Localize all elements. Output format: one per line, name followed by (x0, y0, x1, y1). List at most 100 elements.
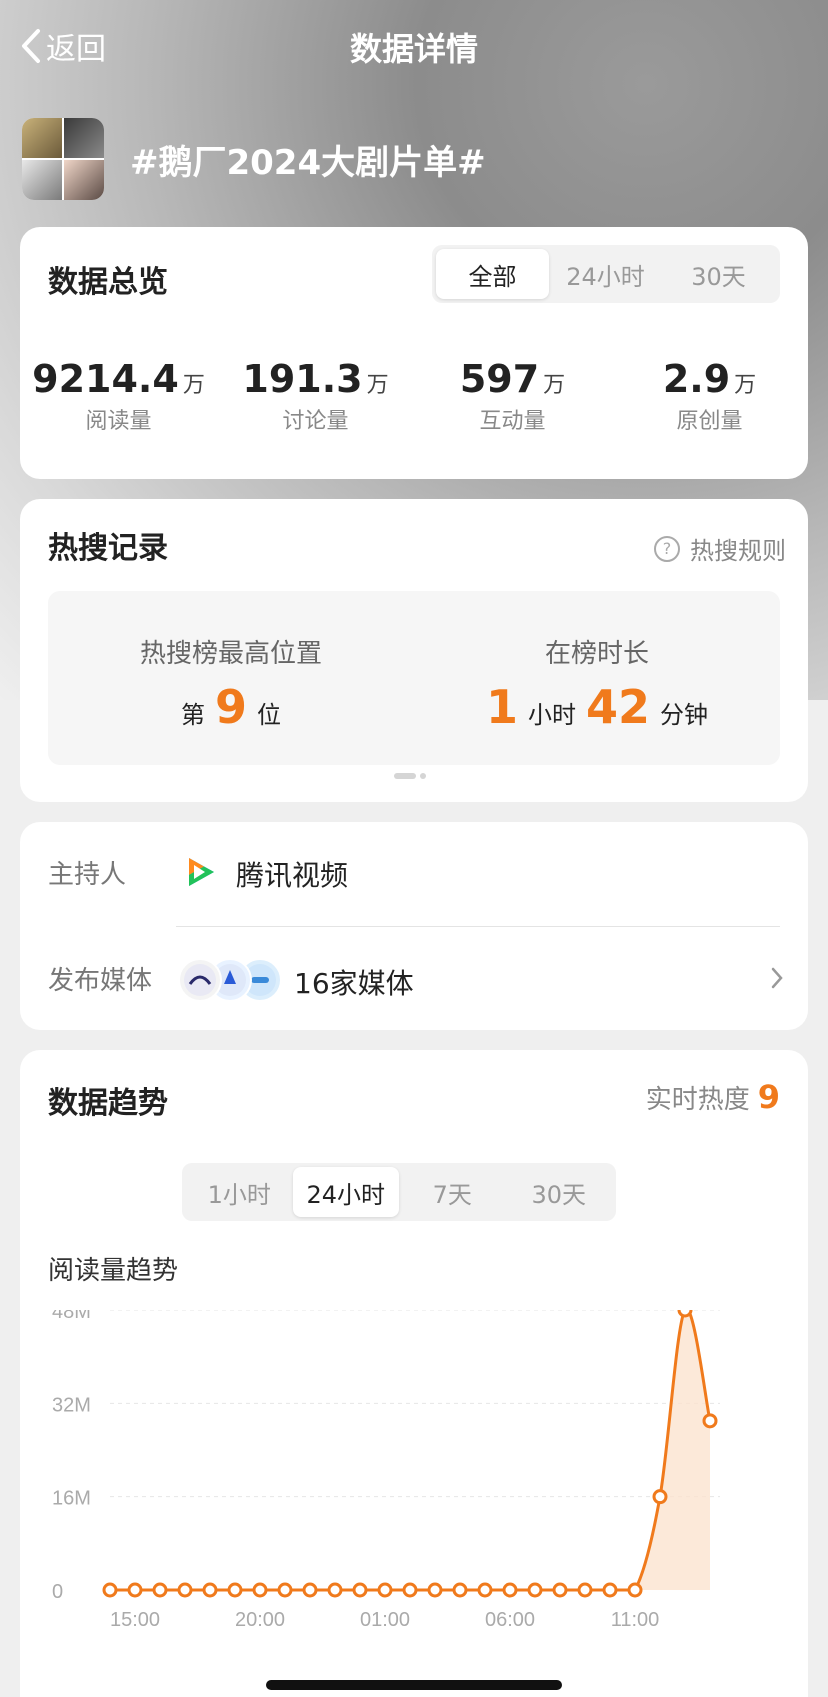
hot-search-stats: 热搜榜最高位置 第 9 位 在榜时长 1 小时 42 分钟 (48, 591, 780, 765)
topic-thumbnail (22, 118, 104, 200)
hot-search-card: 热搜记录 ? 热搜规则 热搜榜最高位置 第 9 位 在榜时长 1 小时 42 分… (20, 499, 808, 802)
hot-rules-link[interactable]: ? 热搜规则 (654, 531, 786, 566)
data-point (277, 1582, 293, 1598)
x-tick-label: 01:00 (360, 1609, 410, 1631)
data-point (302, 1582, 318, 1598)
overview-range-tabs: 全部 24小时 30天 (432, 245, 780, 303)
overview-card: 数据总览 全部 24小时 30天 9214.4 万 阅读量 191.3 万 讨论量 … (20, 227, 808, 479)
tab-30d[interactable]: 30天 (506, 1167, 613, 1217)
overview-title: 数据总览 (48, 265, 168, 300)
tab-24h[interactable]: 24小时 (292, 1167, 399, 1217)
stat-unit: 万 (543, 373, 566, 398)
data-point (102, 1582, 118, 1598)
chart-subtitle: 阅读量趋势 (48, 1256, 179, 1286)
read-trend-chart: 0 16M 32M 48M 15:00 20:00 01:00 06:00 11:00 (52, 1310, 720, 1631)
trend-range-tabs: 1小时 24小时 7天 30天 (182, 1163, 616, 1221)
data-point (627, 1582, 643, 1598)
data-point (427, 1582, 443, 1598)
hot-search-title: 热搜记录 (48, 531, 168, 566)
y-tick-label: 16M (52, 1488, 91, 1510)
data-point (402, 1582, 418, 1598)
data-point (477, 1582, 493, 1598)
data-point (577, 1582, 593, 1598)
data-point (677, 1310, 693, 1318)
area-fill (110, 1310, 710, 1590)
data-point (127, 1582, 143, 1598)
stat-reads: 9214.4 万 阅读量 (20, 357, 217, 435)
media-label: 发布媒体 (48, 966, 153, 996)
duration-minutes-unit: 分钟 (660, 701, 709, 729)
tencent-video-logo (181, 853, 219, 891)
page-indicator (394, 773, 426, 779)
stat-label: 阅读量 (85, 409, 152, 434)
host-name[interactable]: 腾讯视频 (236, 854, 348, 894)
data-point (177, 1582, 193, 1598)
media-avatars (178, 958, 286, 1002)
duration-label: 在榜时长 (544, 639, 649, 669)
stat-value: 191.3 (242, 357, 363, 401)
tab-7d[interactable]: 7天 (399, 1167, 506, 1217)
peak-value: 9 (214, 680, 247, 734)
stat-value: 9214.4 (32, 357, 179, 401)
data-point (152, 1582, 168, 1598)
stat-unit: 万 (734, 373, 757, 398)
y-tick-label: 32M (52, 1394, 91, 1416)
realtime-heat: 实时热度 9 (646, 1078, 780, 1116)
stat-discussions: 191.3 万 讨论量 (217, 357, 414, 435)
stat-value: 2.9 (662, 357, 731, 401)
realtime-label: 实时热度 (645, 1085, 750, 1115)
tab-1h[interactable]: 1小时 (186, 1167, 293, 1217)
stat-unit: 万 (366, 373, 389, 398)
tab-24h[interactable]: 24小时 (549, 249, 662, 299)
avatar (178, 958, 222, 1002)
x-tick-label: 20:00 (235, 1609, 285, 1631)
peak-position: 热搜榜最高位置 第 9 位 (48, 591, 414, 765)
page-title: 数据详情 (349, 30, 478, 68)
stat-label: 互动量 (479, 409, 546, 434)
x-tick-label: 06:00 (485, 1609, 535, 1631)
data-point (702, 1413, 718, 1429)
host-card: 主持人 腾讯视频 发布媒体 16家媒体 (20, 822, 808, 1030)
stat-label: 讨论量 (282, 409, 349, 434)
series-line (110, 1310, 712, 1592)
host-label: 主持人 (48, 860, 127, 890)
chevron-right-icon[interactable] (770, 966, 784, 990)
question-icon: ? (654, 535, 680, 562)
media-count[interactable]: 16家媒体 (294, 962, 414, 1002)
stat-interactions: 597 万 互动量 (414, 357, 611, 435)
home-indicator (266, 1680, 562, 1690)
topic-name: #鹅厂2024大剧片单# (130, 142, 486, 183)
peak-label: 热搜榜最高位置 (139, 639, 322, 669)
x-tick-label: 15:00 (110, 1609, 160, 1631)
hot-rules-label: 热搜规则 (690, 537, 786, 565)
on-list-duration: 在榜时长 1 小时 42 分钟 (414, 591, 780, 765)
data-point (352, 1582, 368, 1598)
page-dot (420, 773, 426, 779)
y-tick-label: 0 (52, 1581, 63, 1603)
stat-label: 原创量 (676, 409, 743, 434)
tab-all[interactable]: 全部 (436, 249, 549, 299)
peak-prefix: 第 (180, 701, 205, 729)
data-point (202, 1582, 218, 1598)
duration-hours-unit: 小时 (528, 701, 576, 729)
trend-title: 数据趋势 (48, 1086, 168, 1121)
data-point (527, 1582, 543, 1598)
divider (176, 926, 780, 927)
data-point (452, 1582, 468, 1598)
stat-value: 597 (459, 357, 540, 401)
page-dot-active (394, 773, 416, 779)
x-tick-label: 11:00 (611, 1609, 660, 1631)
data-point (602, 1582, 618, 1598)
stat-unit: 万 (182, 373, 205, 398)
realtime-value: 9 (757, 1078, 780, 1116)
data-point (227, 1582, 243, 1598)
tab-30d[interactable]: 30天 (662, 249, 775, 299)
data-point (652, 1489, 668, 1505)
data-point (502, 1582, 518, 1598)
peak-suffix: 位 (257, 701, 281, 729)
duration-hours: 1 (485, 680, 518, 734)
data-point (377, 1582, 393, 1598)
y-tick-label: 48M (52, 1310, 91, 1323)
data-point (552, 1582, 568, 1598)
topic-header: #鹅厂2024大剧片单# (22, 118, 486, 200)
